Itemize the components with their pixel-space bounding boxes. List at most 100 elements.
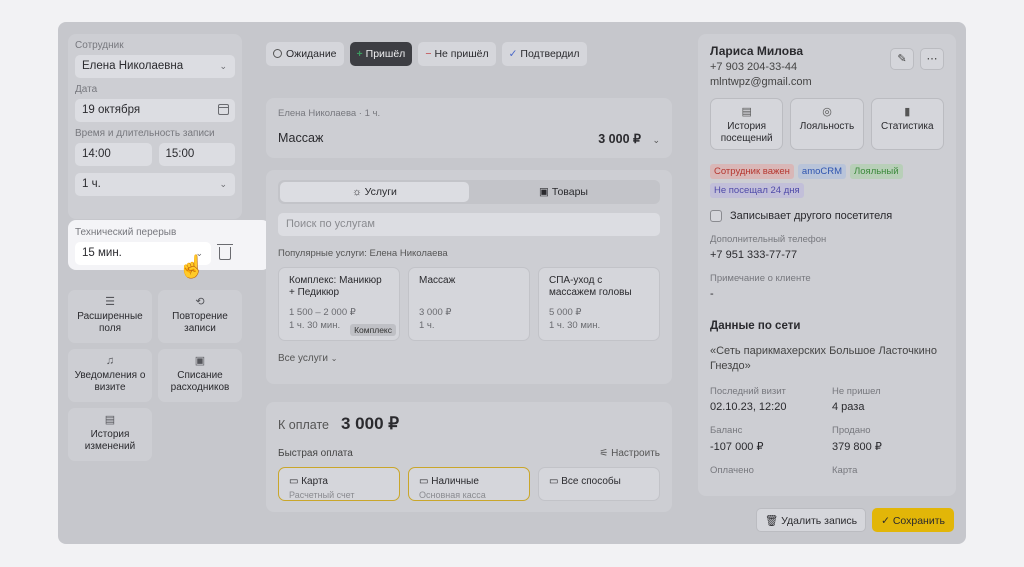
save-button[interactable]: ✓ Сохранить [872,508,954,532]
footer-actions: 🗑 Удалить запись ✓ Сохранить [755,508,954,532]
service-card[interactable]: Комплекс: Маникюр + Педикюр 1 500 – 2 00… [278,267,400,341]
extra-actions: ☰ Расширенные поля ⟲ Повторение записи ♫ Ув… [68,290,242,461]
to-pay-amount: 3 000 ₽ [340,414,400,433]
pay-all-methods-button[interactable]: ▭ Все способы [538,467,660,501]
all-services-link[interactable]: Все услуги ⌄ [278,353,660,364]
list-icon: ▭ [549,476,562,487]
pay-cash-button[interactable]: ▭ Наличные Основная касса [408,467,530,501]
network-stats: Последний визит 02.10.23, 12:20 Не пришел… [710,386,882,476]
selected-service[interactable]: Елена Николаева · 1 ч. Массаж 3 000 ₽ ⌄ [266,98,672,158]
hand-cursor-icon: ☝ [178,254,206,279]
appointment-window: Сотрудник Елена Николаевна ⌄ Дата 19 окт… [58,22,966,544]
minus-icon: − [425,48,432,60]
checkbox-icon[interactable] [710,210,722,222]
employee-label: Сотрудник [75,40,124,51]
tile-consumables[interactable]: ▣ Списание расходников [158,349,242,402]
service-card[interactable]: СПА-уход с массажем головы 5 000 ₽ 1 ч. … [538,267,660,341]
loyalty-button[interactable]: ◎ Лояльность [790,98,864,150]
services-tab-icon: ☼ [352,186,365,198]
wallet-icon: ▭ [419,476,432,487]
stats-button[interactable]: ▮ Статистика [870,98,944,150]
date-label: Дата [75,84,98,95]
payment-methods: ▭ Карта Расчетный счет ▭ Наличные Основная… [278,467,660,501]
duration-value: 1 ч. [82,178,101,190]
check-icon: ✓ [508,48,518,60]
break-label: Технический перерыв [75,227,177,238]
employee-select[interactable]: Елена Николаевна ⌄ [75,55,235,78]
box-icon: ▣ [194,355,206,367]
tab-goods[interactable]: ▣ Товары [469,182,658,202]
check-icon: ✓ [881,515,893,527]
extra-phone-label: Дополнительный телефон [710,234,827,245]
loyalty-icon: ◎ [822,106,832,118]
goods-tab-icon: ▣ [539,186,552,198]
chevron-down-icon: ⌄ [652,135,660,145]
service-price: 3 000 ₽ [598,132,641,146]
pay-card-button[interactable]: ▭ Карта Расчетный счет [278,467,400,501]
trash-icon[interactable] [217,244,233,260]
tag: amoCRM [797,164,847,179]
time-end-field[interactable]: 15:00 [158,143,235,166]
date-value: 19 октября [82,104,141,116]
tag: Не посещал 24 дня [710,183,804,198]
duration-select[interactable]: 1 ч. ⌄ [75,173,235,196]
archive-icon: ▤ [104,414,116,426]
repeat-icon: ⟲ [195,296,205,308]
break-value: 15 мин. [82,247,122,259]
time-start-field[interactable]: 14:00 [75,143,152,166]
tag: Сотрудник важен [710,164,794,179]
trash-icon: 🗑 [764,515,782,527]
chevron-down-icon: ⌄ [219,179,227,189]
history-icon: ▤ [741,106,752,118]
employee-value: Елена Николаевна [82,60,184,72]
service-name: Массаж [278,131,324,145]
to-pay-label: К оплате [278,418,329,432]
client-email: mlntwpz@gmail.com [710,76,812,88]
configure-button[interactable]: ⚟ Настроить [599,448,660,459]
network-title: Данные по сети [710,320,801,332]
time-label: Время и длительность записи [75,128,215,139]
status-confirmed[interactable]: ✓ Подтвердил [501,42,587,66]
status-came[interactable]: + Пришёл [349,42,413,66]
calendar-icon [218,104,229,115]
history-button[interactable]: ▤ История посещений [710,98,784,150]
service-subtitle: Елена Николаева · 1 ч. [278,108,381,119]
list-icon: ☰ [105,296,115,308]
tile-repeat[interactable]: ⟲ Повторение записи [158,290,242,343]
services-tabs: ☼ Услуги ▣ Товары [278,180,660,204]
network-name: «Сеть парикмахерских Большое Ласточкино … [710,345,937,372]
tile-extended-fields[interactable]: ☰ Расширенные поля [68,290,152,343]
card-icon: ▭ [289,476,302,487]
status-waiting[interactable]: Ожидание [266,42,344,66]
extra-phone: +7 951 333-77-77 [710,249,798,261]
tab-services[interactable]: ☼ Услуги [280,182,469,202]
popular-services: Комплекс: Маникюр + Педикюр 1 500 – 2 00… [278,267,660,341]
books-other-checkbox[interactable]: Записывает другого посетителя [710,210,944,222]
date-field[interactable]: 19 октября [75,99,235,122]
client-panel: Лариса Милова +7 903 204-33-44 mlntwpz@g… [698,34,956,496]
sliders-icon: ⚟ [599,448,612,459]
delete-appointment-button[interactable]: 🗑 Удалить запись [755,508,867,532]
services-picker: ☼ Услуги ▣ Товары Поиск по услугам Попул… [266,170,672,384]
complex-badge: Комплекс [350,324,396,336]
status-not-came[interactable]: − Не пришёл [418,42,496,66]
edit-icon[interactable]: ✎ [890,48,914,70]
technical-break-section: Технический перерыв 15 мин. ⌄ [68,220,270,270]
tag: Лояльный [850,164,903,179]
tile-notifications[interactable]: ♫ Уведомления о визите [68,349,152,402]
tile-history[interactable]: ▤ История изменений [68,408,152,461]
payment-block: К оплате 3 000 ₽ Быстрая оплата ⚟ Настро… [266,402,672,512]
services-search-input[interactable]: Поиск по услугам [278,213,660,236]
chart-icon: ▮ [904,106,911,118]
bell-icon: ♫ [105,355,115,367]
client-tags: Сотрудник важен amoCRM Лояльный Не посещ… [710,164,944,198]
service-card[interactable]: Массаж 3 000 ₽ 1 ч. [408,267,530,341]
status-bar: Ожидание + Пришёл − Не пришёл ✓ Подтвердил [266,42,587,66]
clock-icon [273,49,282,58]
chevron-down-icon: ⌄ [219,61,227,71]
appointment-form: Сотрудник Елена Николаевна ⌄ Дата 19 окт… [68,34,242,219]
plus-icon: + [356,48,363,60]
more-icon[interactable]: ⋯ [920,48,944,70]
note-value: - [710,288,714,300]
quick-pay-label: Быстрая оплата [278,448,353,459]
